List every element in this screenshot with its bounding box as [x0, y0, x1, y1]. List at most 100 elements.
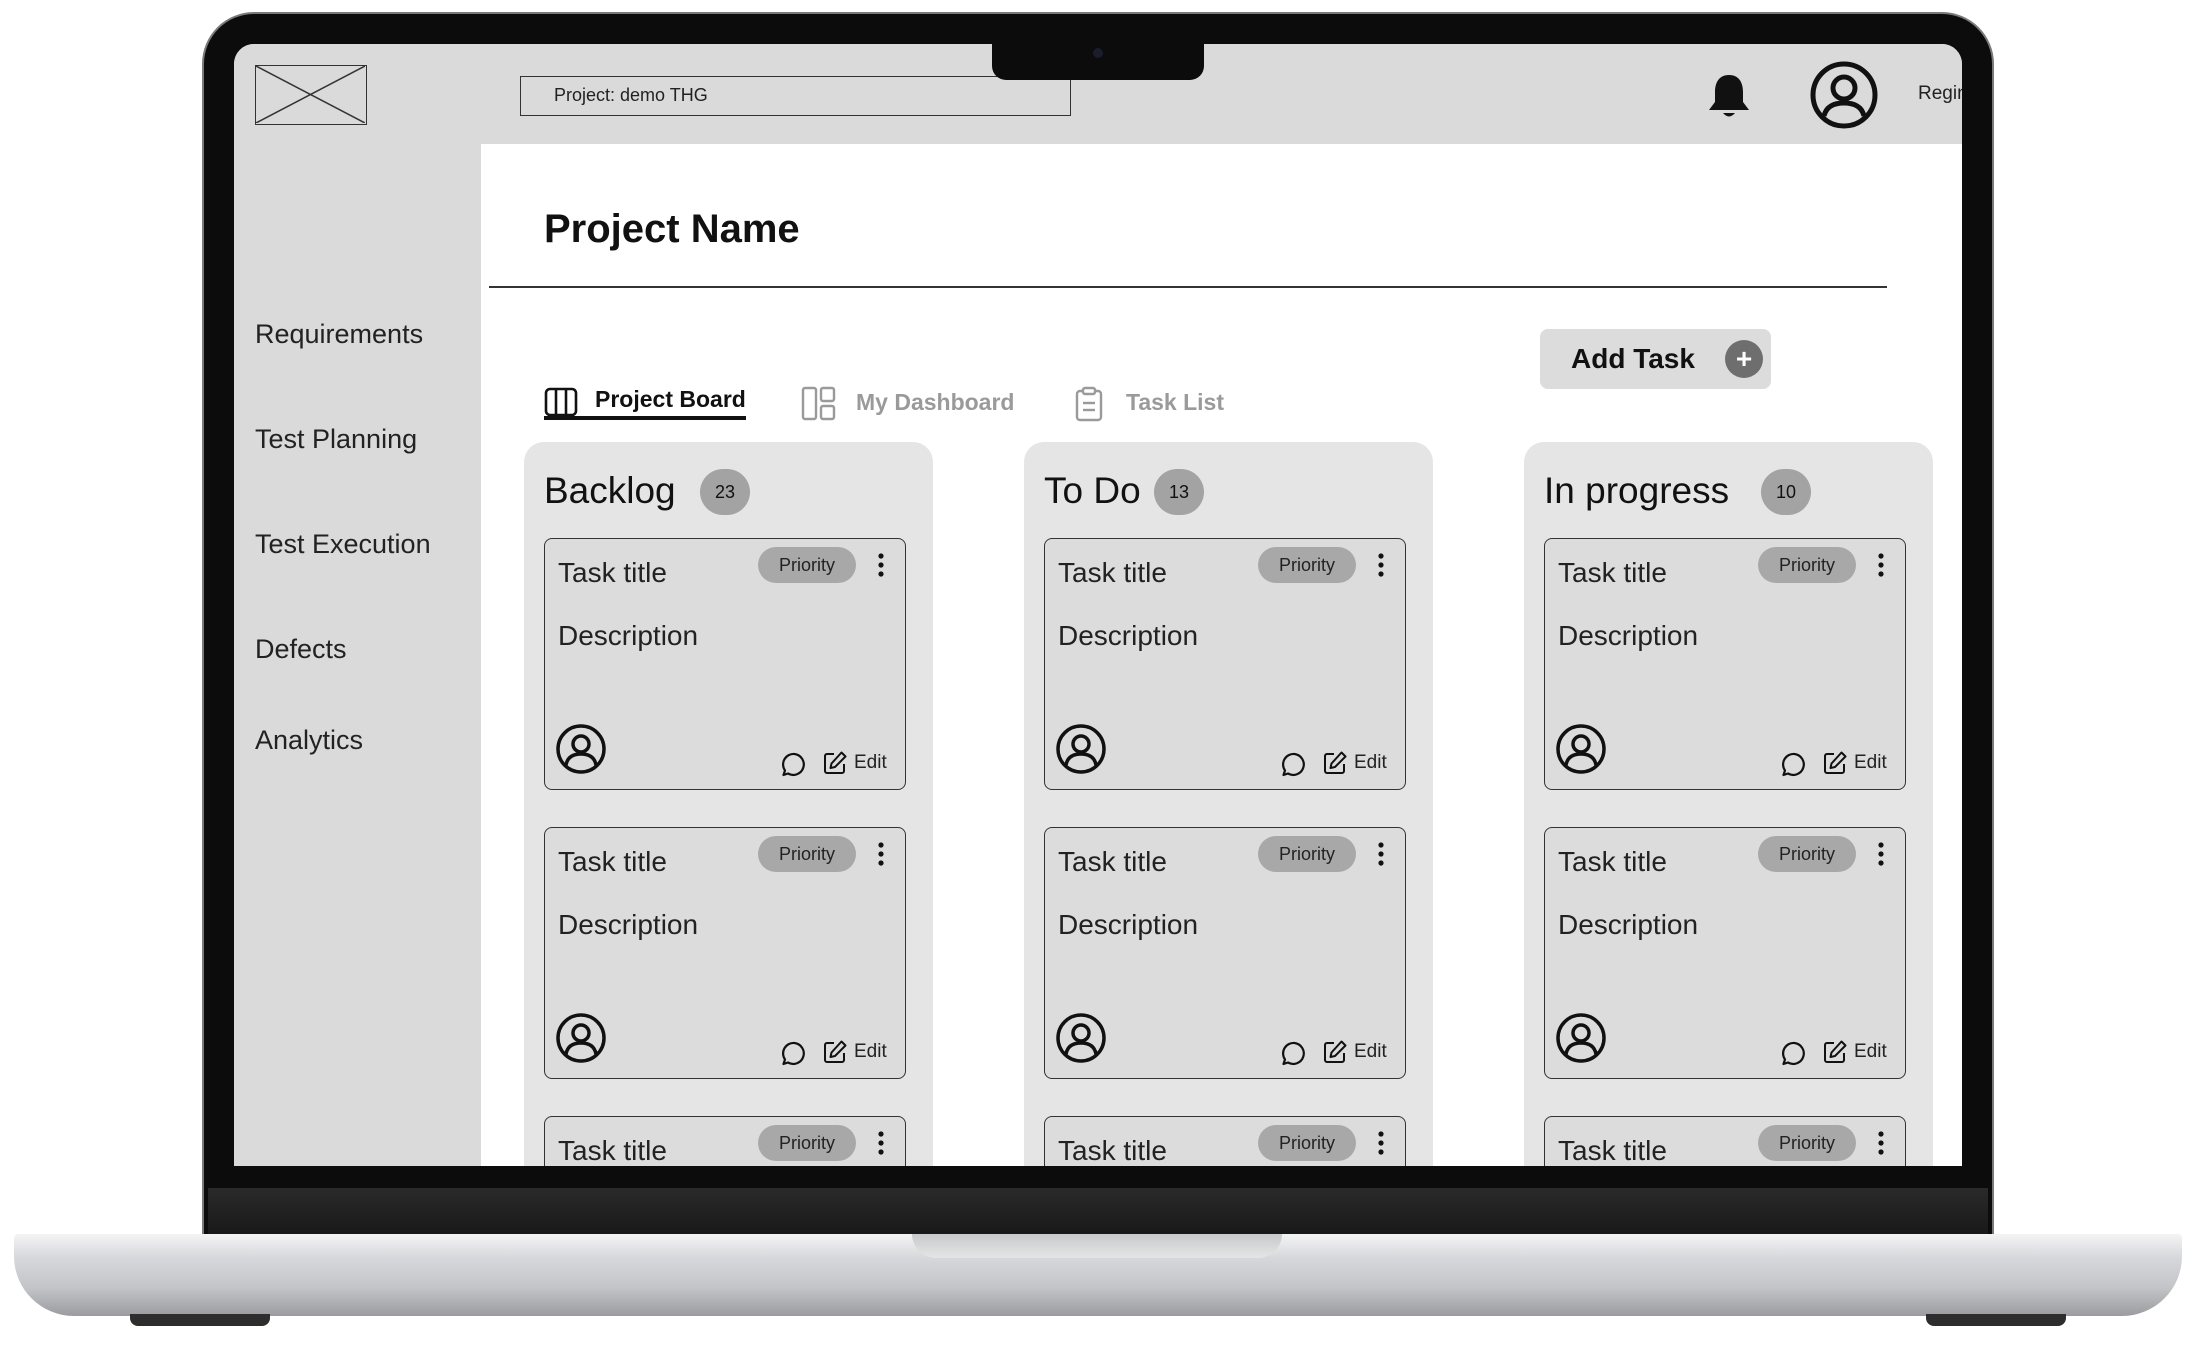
task-card[interactable]: Task titlePriorityDescriptionEdit: [1044, 1116, 1406, 1166]
assignee-avatar-icon[interactable]: [1555, 1012, 1607, 1064]
priority-badge: Priority: [1258, 547, 1356, 583]
more-options-icon[interactable]: [1371, 1130, 1391, 1158]
task-card[interactable]: Task titlePriorityDescriptionEdit: [544, 538, 906, 790]
count-badge: 13: [1154, 469, 1204, 515]
count-badge: 23: [700, 469, 750, 515]
comment-icon[interactable]: [1281, 751, 1308, 778]
more-options-icon[interactable]: [1871, 841, 1891, 869]
sidebar-item-test-execution[interactable]: Test Execution: [255, 529, 431, 560]
task-description: Description: [1058, 620, 1199, 651]
priority-badge: Priority: [758, 1125, 856, 1161]
more-options-icon[interactable]: [1871, 1130, 1891, 1158]
plus-icon: +: [1725, 340, 1763, 378]
bell-icon[interactable]: [1706, 72, 1752, 120]
task-title: Task title: [558, 1135, 667, 1166]
assignee-avatar-icon[interactable]: [1055, 1012, 1107, 1064]
edit-label: Edit: [854, 1041, 887, 1062]
camera-icon: [1093, 48, 1103, 58]
user-avatar-icon[interactable]: [1810, 61, 1878, 129]
divider: [489, 286, 1887, 288]
task-title: Task title: [1058, 557, 1167, 588]
laptop-foot: [1926, 1314, 2066, 1326]
laptop-lid-notch: [912, 1234, 1282, 1258]
priority-badge: Priority: [1258, 836, 1356, 872]
assignee-avatar-icon[interactable]: [555, 723, 607, 775]
column-title: In progress: [1544, 470, 1730, 511]
edit-button[interactable]: Edit: [822, 1037, 894, 1067]
edit-button[interactable]: Edit: [1822, 1037, 1894, 1067]
board-column: In progress 10 Task title Priority Descripti…: [1524, 442, 1933, 1166]
task-card[interactable]: Task title Priority Description Edit: [1544, 538, 1906, 790]
sidebar-item-requirements[interactable]: Requirements: [255, 319, 423, 350]
task-card[interactable]: Task title Priority Description Edit: [544, 827, 906, 1079]
laptop-foot: [130, 1314, 270, 1326]
more-options-icon[interactable]: [1371, 841, 1391, 869]
edit-button[interactable]: Edit: [1322, 1037, 1394, 1067]
sidebar: Requirements Test Planning Test Executio…: [234, 44, 481, 1166]
assignee-avatar-icon[interactable]: [555, 1012, 607, 1064]
task-title: Task title: [1558, 1135, 1667, 1166]
sidebar-item-analytics[interactable]: Analytics: [255, 725, 363, 756]
comment-icon[interactable]: [1781, 1040, 1808, 1067]
task-title: Task title: [1058, 846, 1167, 877]
task-title: Task title: [558, 846, 667, 877]
logo-placeholder-icon: [255, 65, 367, 125]
comment-icon[interactable]: [781, 1040, 808, 1067]
more-options-icon[interactable]: [871, 841, 891, 869]
task-title: Task title: [1558, 846, 1667, 877]
dashboard-icon: [801, 386, 836, 421]
more-options-icon[interactable]: [1871, 552, 1891, 580]
tab-label: Task List: [1126, 389, 1224, 415]
priority-badge: Priority: [1758, 547, 1856, 583]
user-name: Regine, T: [1918, 83, 1962, 104]
comment-icon[interactable]: [1281, 1040, 1308, 1067]
comment-icon[interactable]: [1781, 751, 1808, 778]
tab-task-list[interactable]: Task List: [1074, 382, 1244, 426]
board-column: To Do 13 Task title Priority Description Edit…: [1024, 442, 1433, 1166]
priority-badge: Priority: [758, 836, 856, 872]
tab-label: My Dashboard: [856, 389, 1015, 415]
task-card[interactable]: Task titlePriorityDescriptionEdit: [544, 1116, 906, 1166]
priority-badge: Priority: [1758, 1125, 1856, 1161]
edit-label: Edit: [1354, 752, 1387, 773]
sidebar-item-test-planning[interactable]: Test Planning: [255, 424, 417, 455]
edit-button[interactable]: Edit: [1822, 748, 1894, 778]
add-task-button[interactable]: Add Task +: [1540, 329, 1771, 389]
edit-label: Edit: [1354, 1041, 1387, 1062]
task-title: Task title: [1558, 557, 1667, 588]
task-description: Description: [558, 909, 699, 940]
active-tab-indicator: [544, 416, 746, 420]
more-options-icon[interactable]: [1371, 552, 1391, 580]
priority-badge: Priority: [1258, 1125, 1356, 1161]
task-description: Description: [1558, 620, 1699, 651]
task-card[interactable]: Task title Priority Description Edit: [1044, 827, 1406, 1079]
edit-button[interactable]: Edit: [822, 748, 894, 778]
comment-icon[interactable]: [781, 751, 808, 778]
task-card[interactable]: Task title Priority Description Edit: [1544, 827, 1906, 1079]
priority-badge: Priority: [758, 547, 856, 583]
task-description: Description: [1558, 909, 1699, 940]
task-title: Task title: [1058, 1135, 1167, 1166]
more-options-icon[interactable]: [871, 1130, 891, 1158]
assignee-avatar-icon[interactable]: [1555, 723, 1607, 775]
project-field[interactable]: Project: demo THG: [520, 76, 1071, 116]
app-screen: Requirements Test Planning Test Executio…: [234, 44, 1962, 1166]
more-options-icon[interactable]: [871, 552, 891, 580]
task-card[interactable]: Task titlePriorityDescriptionEdit: [1544, 1116, 1906, 1166]
priority-badge: Priority: [1758, 836, 1856, 872]
edit-button[interactable]: Edit: [1322, 748, 1394, 778]
edit-label: Edit: [1854, 1041, 1887, 1062]
clipboard-icon: [1075, 386, 1103, 422]
column-title: To Do: [1044, 470, 1141, 511]
page-title: Project Name: [544, 207, 800, 251]
task-description: Description: [1058, 909, 1199, 940]
board-icon: [544, 387, 578, 417]
assignee-avatar-icon[interactable]: [1055, 723, 1107, 775]
sidebar-item-defects[interactable]: Defects: [255, 634, 347, 665]
edit-label: Edit: [1854, 752, 1887, 773]
task-card[interactable]: Task title Priority Description Edit: [1044, 538, 1406, 790]
column-title: Backlog: [544, 470, 676, 511]
task-description: Description: [558, 620, 699, 651]
tab-my-dashboard[interactable]: My Dashboard: [801, 382, 1031, 426]
tab-label: Project Board: [595, 386, 746, 412]
